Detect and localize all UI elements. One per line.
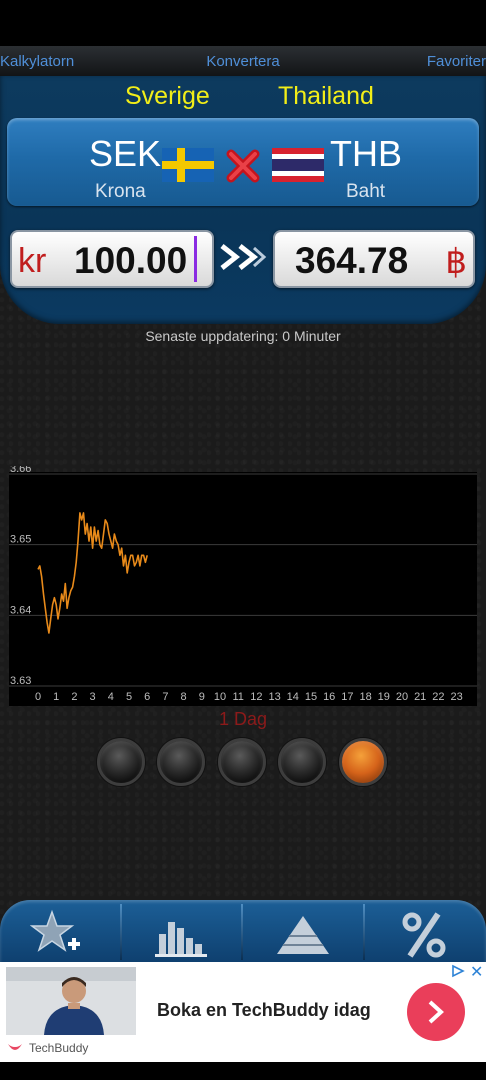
- x-tick-label: 20: [396, 691, 408, 703]
- x-tick-label: 19: [378, 691, 390, 703]
- x-tick-label: 9: [199, 691, 205, 703]
- from-currency-name: Krona: [95, 181, 146, 202]
- y-tick-label: 3.66: [10, 466, 31, 475]
- navigation-bar: [0, 1062, 486, 1080]
- x-tick-label: 2: [71, 691, 77, 703]
- x-tick-label: 17: [341, 691, 353, 703]
- percent-icon: [402, 912, 446, 958]
- x-tick-label: 12: [250, 691, 262, 703]
- from-amount-input[interactable]: kr 100.00: [10, 230, 214, 288]
- top-tab-bar: Kalkylatorn Konvertera Favoriter: [0, 46, 486, 77]
- from-country[interactable]: Sverige: [125, 82, 210, 111]
- x-tick-label: 21: [414, 691, 426, 703]
- y-tick-label: 3.65: [10, 534, 31, 546]
- x-tick-label: 11: [232, 691, 243, 703]
- thailand-flag-icon[interactable]: [272, 148, 324, 182]
- y-tick-label: 3.64: [10, 604, 31, 616]
- pyramid-button[interactable]: [243, 900, 364, 964]
- x-tick-label: 1: [53, 691, 59, 703]
- pyramid-icon: [277, 916, 329, 954]
- ad-headline[interactable]: Boka en TechBuddy idag: [157, 1000, 371, 1021]
- to-currency-symbol: ฿: [445, 243, 467, 281]
- x-tick-label: 16: [323, 691, 335, 703]
- period-dot-3[interactable]: [218, 738, 266, 786]
- sweden-flag-icon[interactable]: [162, 148, 214, 182]
- period-label: 1 Dag: [218, 709, 268, 729]
- chevron-right-icon: [428, 1000, 444, 1024]
- currency-pair-selector[interactable]: SEK Krona THB Baht: [7, 118, 479, 206]
- x-tick-label: 15: [305, 691, 317, 703]
- to-country[interactable]: Thailand: [278, 82, 374, 111]
- period-dot-2[interactable]: [157, 738, 205, 786]
- period-dot-4[interactable]: [278, 738, 326, 786]
- x-tick-label: 6: [144, 691, 150, 703]
- x-tick-label: 7: [162, 691, 168, 703]
- from-currency-code[interactable]: SEK: [89, 133, 161, 175]
- tab-favoriter[interactable]: Favoriter: [427, 53, 486, 70]
- rate-chart[interactable]: 3.663.653.643.630 1 2 3 4 5 6 7 8 9 10 11 12 13 14 15 16…: [0, 466, 486, 706]
- ad-cta-button[interactable]: [407, 983, 465, 1041]
- ad-image: [6, 967, 136, 1035]
- x-tick-label: 14: [287, 691, 299, 703]
- status-bar: [0, 0, 486, 46]
- period-dot-1[interactable]: [97, 738, 145, 786]
- y-tick-label: 3.63: [10, 675, 31, 687]
- techbuddy-logo-icon: [8, 1044, 22, 1050]
- x-tick-label: 23: [450, 691, 462, 703]
- to-currency-name: Baht: [346, 181, 386, 202]
- converter-panel: Sverige Thailand SEK Krona THB Baht kr 1…: [0, 76, 486, 324]
- from-currency-symbol: kr: [18, 242, 47, 280]
- x-tick-label: 0: [35, 691, 41, 703]
- ad-banner[interactable]: Boka en TechBuddy idag TechBuddy ✕: [0, 962, 486, 1062]
- ad-choices-icon[interactable]: [451, 964, 465, 978]
- from-amount-value[interactable]: 100.00: [74, 240, 187, 282]
- text-caret: [194, 236, 197, 282]
- x-tick-label: 4: [108, 691, 114, 703]
- double-chevron-right-icon: [220, 244, 267, 270]
- percent-button[interactable]: [364, 900, 485, 964]
- x-tick-label: 18: [359, 691, 371, 703]
- tab-konvertera[interactable]: Konvertera: [0, 53, 486, 70]
- ad-brand: TechBuddy: [29, 1041, 89, 1055]
- star-plus-icon: [30, 909, 80, 952]
- to-amount-value: 364.78: [295, 240, 409, 281]
- add-favorite-button[interactable]: [0, 900, 121, 964]
- to-currency-code[interactable]: THB: [330, 133, 402, 175]
- x-tick-label: 8: [181, 691, 187, 703]
- chart-button[interactable]: [121, 900, 242, 964]
- x-tick-label: 3: [90, 691, 96, 703]
- period-dot-5[interactable]: [339, 738, 387, 786]
- bar-chart-icon: [155, 922, 207, 957]
- ad-close-icon[interactable]: ✕: [470, 962, 483, 982]
- swap-icon[interactable]: [223, 146, 263, 186]
- bottom-toolbar: [0, 900, 486, 964]
- x-tick-label: 13: [268, 691, 280, 703]
- to-amount-output[interactable]: 364.78 ฿: [273, 230, 475, 288]
- x-tick-label: 5: [126, 691, 132, 703]
- last-update-text: Senaste uppdatering: 0 Minuter: [145, 328, 341, 344]
- x-tick-label: 10: [214, 691, 226, 703]
- x-tick-label: 22: [432, 691, 444, 703]
- chart-background: [9, 472, 477, 706]
